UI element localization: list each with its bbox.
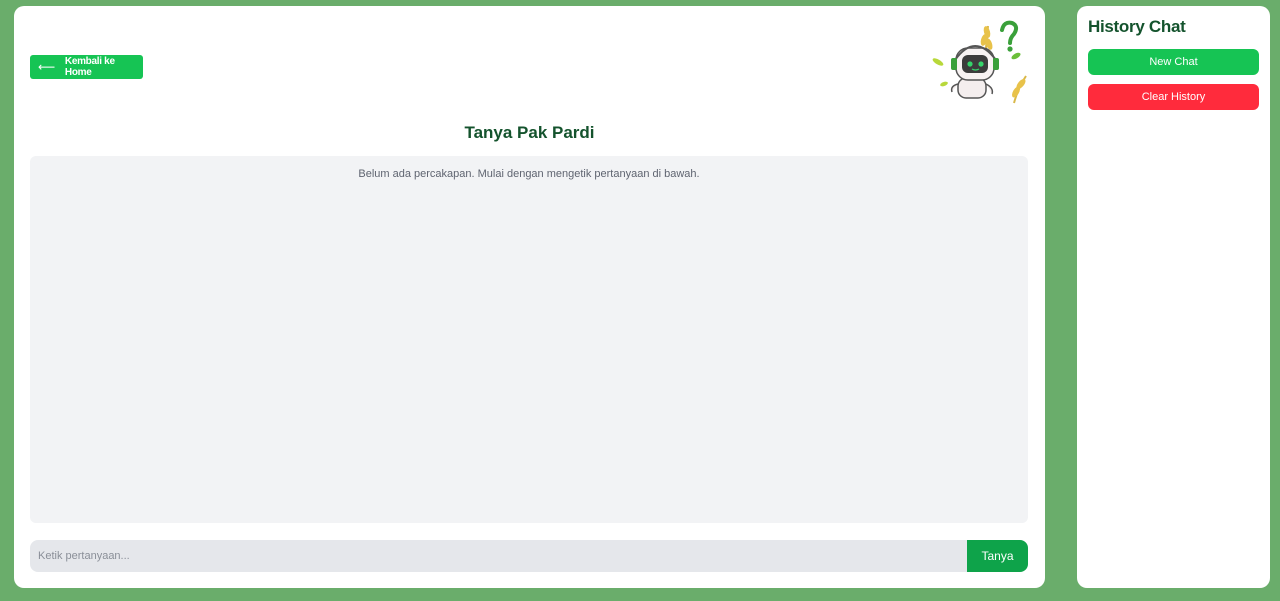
history-sidebar: History Chat New Chat Clear History [1077,6,1270,588]
question-input[interactable] [30,540,967,572]
empty-chat-message: Belum ada percakapan. Mulai dengan menge… [358,168,700,180]
sidebar-title: History Chat [1088,17,1186,36]
ask-button[interactable]: Tanya [967,540,1028,572]
clear-history-button[interactable]: Clear History [1088,84,1259,110]
chat-messages-area: Belum ada percakapan. Mulai dengan menge… [30,156,1028,523]
back-button-label: Kembali ke Home [64,56,115,78]
arrow-left-icon: ⟵ [38,60,55,74]
new-chat-button[interactable]: New Chat [1088,49,1259,75]
chat-main-panel: ⟵ Kembali ke Home Tanya Pak Pardi Belum … [14,6,1045,588]
page-title: Tanya Pak Pardi [464,123,595,142]
back-to-home-button[interactable]: ⟵ Kembali ke Home [30,55,143,79]
question-input-row: Tanya [30,540,1028,572]
robot-farmer-mascot-icon [932,20,1027,104]
